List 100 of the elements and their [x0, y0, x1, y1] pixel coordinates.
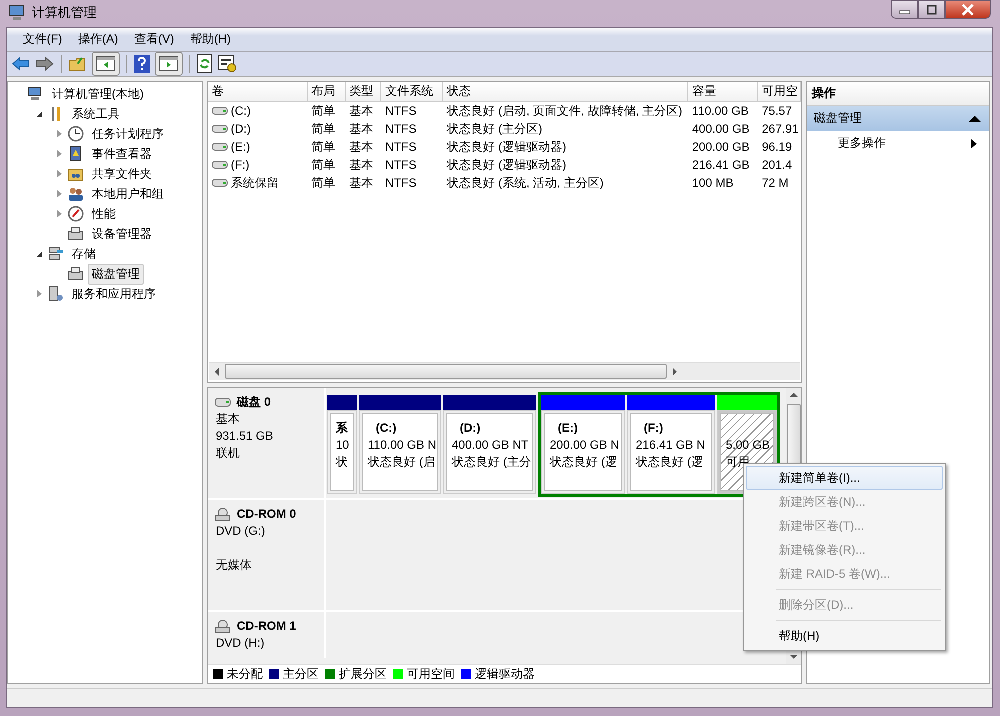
cd-drive-icon — [215, 620, 231, 634]
action-item[interactable]: 更多操作 — [807, 131, 989, 156]
column-header[interactable]: 文件系统 — [381, 82, 444, 101]
column-header[interactable]: 可用空 — [758, 82, 801, 101]
collapse-arrow-icon[interactable] — [36, 112, 42, 116]
drive-icon — [212, 125, 228, 133]
collapse-arrow-icon[interactable] — [36, 252, 42, 256]
column-header[interactable]: 布局 — [308, 82, 346, 101]
table-cell: 400.00 GB — [692, 122, 750, 136]
actions-section-header[interactable]: 磁盘管理 — [807, 106, 989, 131]
properties-icon[interactable] — [218, 54, 238, 74]
forward-icon[interactable] — [35, 55, 55, 73]
expand-arrow-icon[interactable] — [36, 290, 42, 298]
expand-arrow-icon[interactable] — [56, 130, 62, 138]
table-cell: (C:) — [231, 104, 251, 118]
table-cell: 72 M — [762, 176, 789, 190]
disk-name: CD-ROM 1 — [237, 618, 296, 635]
storage-icon — [48, 246, 64, 262]
table-cell: 状态良好 (逻辑驱动器) — [447, 138, 567, 156]
tree-item[interactable]: 磁盘管理 — [88, 264, 144, 284]
panel-icon[interactable] — [155, 52, 183, 76]
table-cell: 基本 — [350, 138, 374, 156]
column-header[interactable]: 类型 — [346, 82, 382, 101]
close-button[interactable] — [945, 0, 991, 19]
disk-type: DVD (G:) — [216, 523, 266, 540]
maximize-button[interactable] — [918, 0, 945, 19]
expand-arrow-icon[interactable] — [56, 210, 62, 218]
partition-status: 状态良好 (逻 — [636, 454, 704, 471]
partition-label: (E:) — [557, 420, 579, 437]
menu-item[interactable]: 查看(V) — [126, 29, 182, 50]
gauge-icon — [68, 206, 84, 222]
partition-bar — [717, 395, 777, 410]
table-cell: NTFS — [385, 104, 417, 118]
expand-arrow-icon[interactable] — [56, 190, 62, 198]
tree-item[interactable]: 存储 — [68, 244, 100, 264]
partition-size: 10 — [336, 437, 350, 454]
folder-icon[interactable] — [68, 55, 88, 73]
table-cell: 267.91 — [762, 122, 799, 136]
section-title: 磁盘管理 — [814, 110, 862, 127]
drive-icon — [212, 161, 228, 169]
table-cell: 简单 — [312, 138, 336, 156]
minimize-button[interactable] — [891, 0, 918, 19]
partition-block[interactable]: (D:) 400.00 GB NT 状态良好 (主分 — [443, 410, 536, 494]
collapse-arrow-icon[interactable] — [969, 116, 981, 122]
menu-item[interactable]: 文件(F) — [15, 29, 70, 50]
tree-item[interactable]: 事件查看器 — [88, 144, 156, 164]
menu-item[interactable]: 帮助(H) — [746, 624, 943, 648]
expand-arrow-icon[interactable] — [56, 170, 62, 178]
window-title: 计算机管理 — [32, 4, 97, 22]
tree-item[interactable]: 计算机管理(本地) — [48, 84, 148, 104]
disk-size: 931.51 GB — [216, 428, 274, 445]
disk-type: DVD (H:) — [216, 635, 266, 652]
column-header[interactable]: 容量 — [688, 82, 758, 101]
menu-item[interactable]: 新建简单卷(I)... — [746, 466, 943, 490]
disk-name: 磁盘 0 — [237, 394, 272, 411]
close-icon — [961, 4, 975, 16]
expand-arrow-icon[interactable] — [56, 150, 62, 158]
table-cell: NTFS — [385, 140, 417, 154]
tree-item[interactable]: 系统工具 — [68, 104, 124, 124]
server-icon — [48, 286, 64, 302]
column-header[interactable]: 状态 — [443, 82, 688, 101]
table-cell: 216.41 GB — [692, 158, 750, 172]
table-cell: 状态良好 (启动, 页面文件, 故障转储, 主分区) — [447, 102, 683, 120]
refresh-icon[interactable] — [196, 54, 214, 74]
partition-block[interactable]: (F:) 216.41 GB N 状态良好 (逻 — [627, 410, 715, 494]
partition-block[interactable]: (E:) 200.00 GB N 状态良好 (逻 — [541, 410, 625, 494]
partition-label: 系 — [336, 420, 349, 437]
tree-item[interactable]: 共享文件夹 — [88, 164, 156, 184]
disk-status: 无媒体 — [216, 557, 253, 574]
partition-size: 5.00 GB — [726, 437, 771, 454]
drive-icon — [212, 143, 228, 151]
partition-block[interactable]: 系 10 状 — [327, 410, 357, 494]
legend-label: 逻辑驱动器 — [475, 666, 535, 682]
partition-size: 400.00 GB NT — [452, 437, 530, 454]
disk-name: CD-ROM 0 — [237, 506, 296, 523]
back-icon[interactable] — [11, 55, 31, 73]
tree-item[interactable]: 服务和应用程序 — [68, 284, 160, 304]
table-cell: 75.57 — [762, 104, 792, 118]
device-icon — [68, 226, 84, 242]
table-cell: (E:) — [231, 140, 250, 154]
help-icon[interactable] — [133, 54, 151, 74]
disk-type: 基本 — [216, 411, 241, 428]
panel-icon[interactable] — [92, 52, 120, 76]
partition-block[interactable]: (C:) 110.00 GB N 状态良好 (启 — [359, 410, 441, 494]
column-header[interactable]: 卷 — [208, 82, 308, 101]
horizontal-scrollbar[interactable] — [209, 362, 800, 380]
table-cell: 系统保留 — [231, 174, 279, 192]
table-cell: 状态良好 (主分区) — [447, 120, 543, 138]
partition-size: 110.00 GB N — [368, 437, 435, 454]
tree-item[interactable]: 设备管理器 — [88, 224, 156, 244]
table-cell: 200.00 GB — [692, 140, 750, 154]
menu-item[interactable]: 操作(A) — [70, 29, 126, 50]
tree-item[interactable]: 本地用户和组 — [88, 184, 168, 204]
table-cell: 基本 — [350, 120, 374, 138]
table-cell: (D:) — [231, 122, 251, 136]
menu-item[interactable]: 帮助(H) — [182, 29, 239, 50]
submenu-arrow-icon — [971, 138, 977, 148]
table-cell: 基本 — [350, 174, 374, 192]
tree-item[interactable]: 性能 — [88, 204, 120, 224]
tree-item[interactable]: 任务计划程序 — [88, 124, 168, 144]
